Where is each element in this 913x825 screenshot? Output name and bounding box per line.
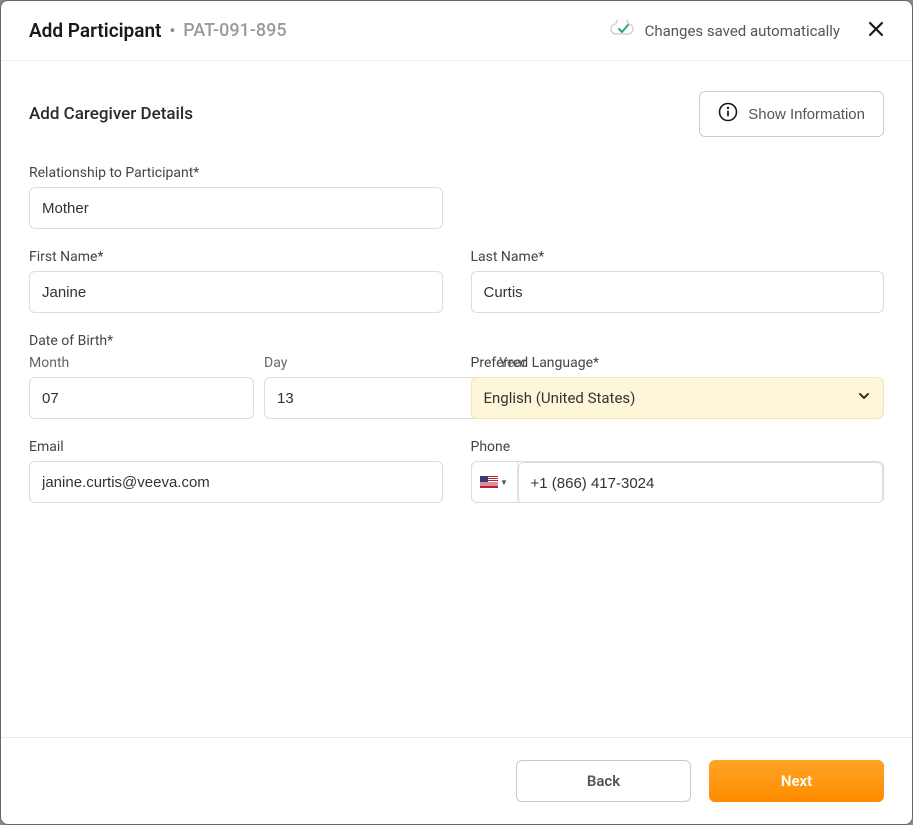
email-group: Email — [29, 439, 443, 503]
dob-month-group: Month — [29, 355, 254, 419]
form-grid: Relationship to Participant* First Name*… — [29, 165, 884, 503]
modal-header: Add Participant • PAT-091-895 Changes sa… — [1, 1, 912, 61]
relationship-group: Relationship to Participant* — [29, 165, 443, 229]
first-name-group: First Name* — [29, 249, 443, 313]
relationship-input[interactable] — [29, 187, 443, 229]
save-status: Changes saved automatically — [609, 20, 840, 42]
info-icon — [718, 102, 738, 126]
email-input[interactable] — [29, 461, 443, 503]
section-title: Add Caregiver Details — [29, 104, 193, 124]
participant-id: PAT-091-895 — [183, 20, 286, 41]
dob-day-group: Day — [264, 355, 489, 419]
preferred-language-select[interactable]: English (United States) — [471, 377, 885, 419]
relationship-label: Relationship to Participant* — [29, 165, 443, 181]
last-name-label: Last Name* — [471, 249, 885, 265]
modal-body: Add Caregiver Details Show Information R… — [1, 61, 912, 737]
section-header: Add Caregiver Details Show Information — [29, 91, 884, 137]
dob-day-label: Day — [264, 355, 489, 371]
modal-title: Add Participant — [29, 19, 161, 42]
phone-group: Phone ▼ — [471, 439, 885, 503]
save-status-text: Changes saved automatically — [645, 22, 840, 40]
caret-down-icon: ▼ — [500, 478, 508, 487]
cloud-check-icon — [609, 20, 635, 42]
dob-day-input[interactable] — [264, 377, 489, 419]
modal-footer: Back Next — [1, 737, 912, 824]
preferred-language-value: English (United States) — [484, 389, 636, 407]
last-name-group: Last Name* — [471, 249, 885, 313]
phone-input[interactable] — [518, 462, 884, 503]
phone-country-selector[interactable]: ▼ — [472, 462, 518, 502]
show-information-label: Show Information — [748, 106, 865, 123]
dob-month-label: Month — [29, 355, 254, 371]
title-separator: • — [169, 21, 175, 40]
preferred-language-group: Preferred Language* English (United Stat… — [471, 333, 885, 419]
dob-label: Date of Birth* — [29, 333, 443, 349]
first-name-input[interactable] — [29, 271, 443, 313]
next-button[interactable]: Next — [709, 760, 884, 802]
back-button[interactable]: Back — [516, 760, 691, 802]
last-name-input[interactable] — [471, 271, 885, 313]
show-information-button[interactable]: Show Information — [699, 91, 884, 137]
close-button[interactable] — [868, 21, 884, 41]
phone-field: ▼ — [471, 461, 885, 503]
us-flag-icon — [480, 476, 498, 488]
chevron-down-icon — [857, 389, 871, 407]
phone-label: Phone — [471, 439, 885, 455]
dob-group: Date of Birth* Month Day Year — [29, 333, 443, 419]
add-participant-modal: Add Participant • PAT-091-895 Changes sa… — [0, 0, 913, 825]
email-label: Email — [29, 439, 443, 455]
next-button-label: Next — [781, 772, 812, 790]
back-button-label: Back — [587, 772, 620, 790]
preferred-language-label: Preferred Language* — [471, 355, 885, 371]
close-icon — [868, 21, 884, 41]
dob-month-input[interactable] — [29, 377, 254, 419]
first-name-label: First Name* — [29, 249, 443, 265]
